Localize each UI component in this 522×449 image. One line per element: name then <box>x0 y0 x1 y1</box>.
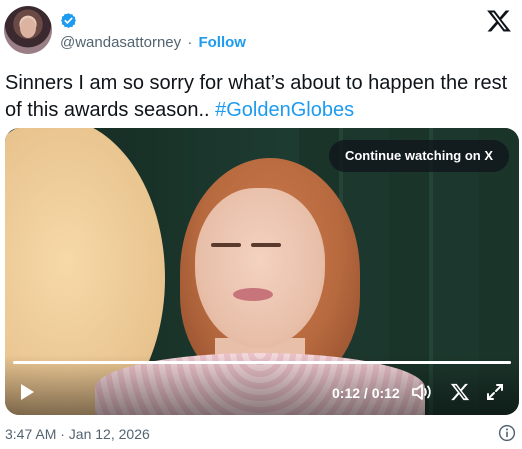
continue-watching-button[interactable]: Continue watching on X <box>328 140 509 172</box>
progress-bar[interactable] <box>13 361 511 364</box>
volume-icon[interactable] <box>411 382 433 402</box>
controls-shade <box>5 355 519 415</box>
tweet-text: Sinners I am so sorry for what’s about t… <box>5 70 517 124</box>
x-logo-icon[interactable] <box>450 382 470 402</box>
author-handle[interactable]: @wandasattorney <box>60 34 181 51</box>
video-player[interactable]: Continue watching on X 0:12 / 0:12 <box>5 128 519 415</box>
verified-badge-icon <box>61 13 76 28</box>
tweet-timestamp[interactable]: 3:47 AM · Jan 12, 2026 <box>5 426 150 442</box>
subject-eye-left <box>211 243 241 247</box>
x-logo-icon[interactable] <box>486 8 512 34</box>
progress-fill <box>13 361 511 364</box>
subject-lips <box>233 288 273 301</box>
play-icon[interactable] <box>17 382 37 402</box>
subject-face <box>195 188 325 348</box>
avatar-face <box>20 18 36 38</box>
avatar[interactable] <box>4 6 52 54</box>
subject-eye-right <box>251 243 281 247</box>
tweet-header: @wandasattorney · Follow <box>0 0 522 62</box>
time-display: 0:12 / 0:12 <box>332 385 400 401</box>
hashtag-link[interactable]: #GoldenGlobes <box>215 99 354 121</box>
info-icon[interactable] <box>498 424 516 442</box>
separator-dot: · <box>187 34 193 51</box>
expand-icon[interactable] <box>485 382 505 402</box>
follow-button[interactable]: Follow <box>198 34 246 51</box>
handle-line: @wandasattorney · Follow <box>60 34 246 51</box>
